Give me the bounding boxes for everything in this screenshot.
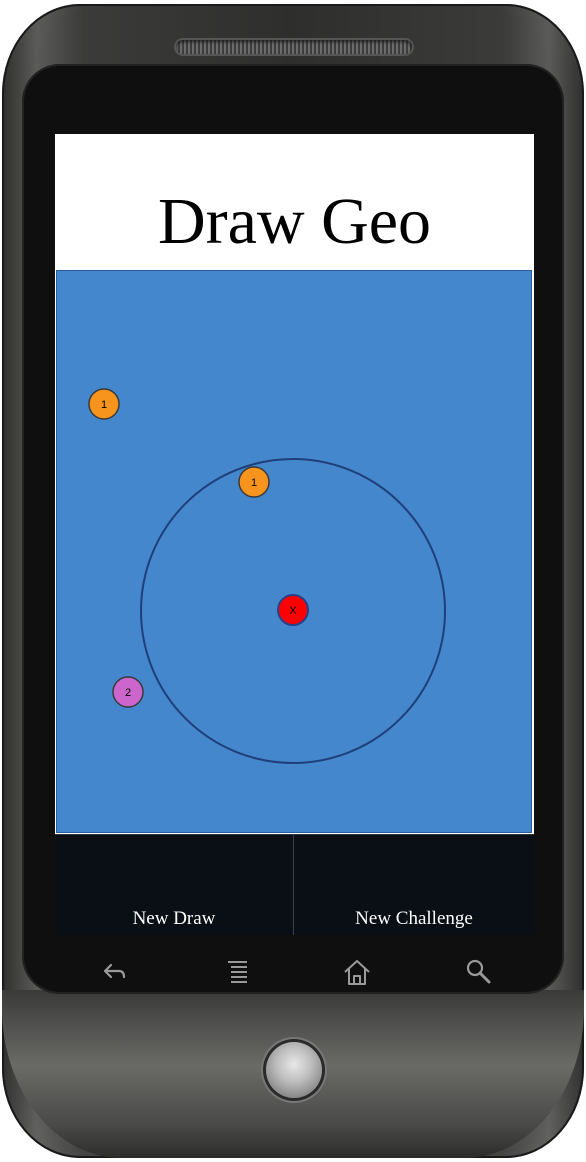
search-icon <box>466 959 491 984</box>
canvas-drawing[interactable]: 1 1 2 X <box>56 270 532 833</box>
home-softkey[interactable] <box>325 948 385 994</box>
drawing-canvas[interactable]: 1 1 2 X <box>56 270 532 833</box>
new-draw-label: New Draw <box>132 908 216 929</box>
center-marker[interactable]: X <box>277 594 309 626</box>
marker-1-on-circle[interactable]: 1 <box>238 466 270 498</box>
search-softkey[interactable] <box>447 948 507 994</box>
android-softkeys <box>55 948 534 994</box>
new-challenge-label: New Challenge <box>355 908 473 929</box>
new-challenge-button[interactable]: New Challenge <box>294 835 534 935</box>
home-icon <box>344 960 370 985</box>
bottom-button-bar: New Draw New Challenge <box>55 834 534 935</box>
marker-1-left[interactable]: 1 <box>88 388 120 420</box>
earpiece-speaker <box>176 40 412 54</box>
svg-text:X: X <box>289 605 297 617</box>
svg-text:1: 1 <box>251 477 257 489</box>
hardware-home-button[interactable] <box>266 1042 322 1098</box>
svg-text:1: 1 <box>101 399 107 411</box>
app-screen: Draw Geo 1 1 2 X New Draw New Challenge <box>55 134 534 935</box>
menu-softkey[interactable] <box>207 948 267 994</box>
svg-text:2: 2 <box>125 687 131 699</box>
back-softkey[interactable] <box>83 948 143 994</box>
app-title: Draw Geo <box>157 185 432 258</box>
title-area: Draw Geo <box>55 134 534 270</box>
menu-icon <box>228 961 247 983</box>
new-draw-button[interactable]: New Draw <box>55 835 294 935</box>
marker-2[interactable]: 2 <box>112 676 144 708</box>
back-icon <box>103 963 126 979</box>
